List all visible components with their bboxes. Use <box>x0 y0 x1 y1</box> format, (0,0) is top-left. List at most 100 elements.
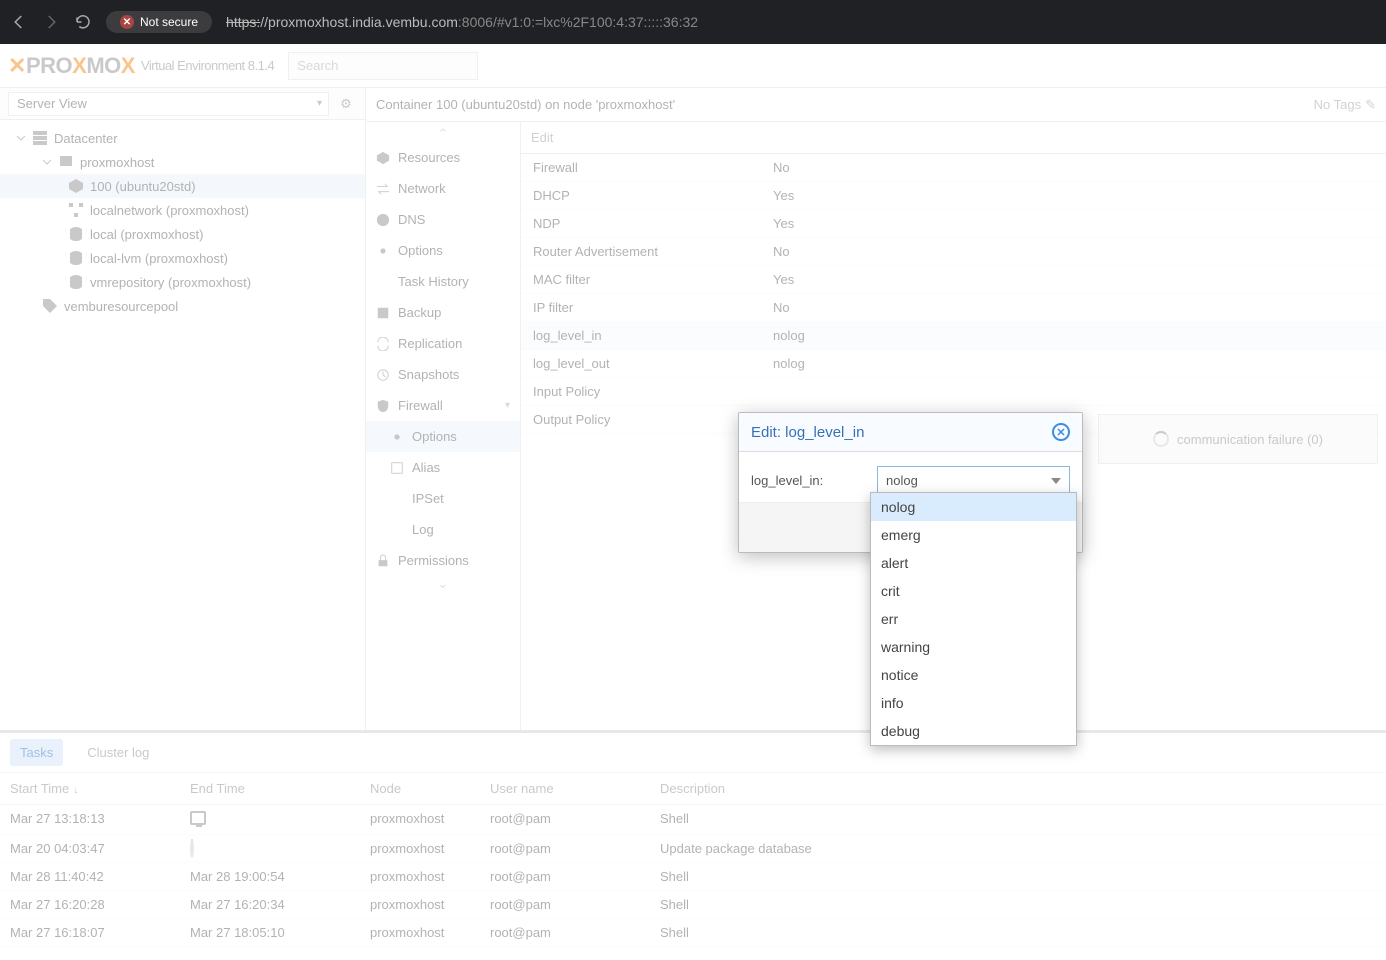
storage-icon <box>68 250 84 266</box>
reload-icon[interactable] <box>74 13 92 31</box>
dropdown-option[interactable]: alert <box>871 549 1076 577</box>
dropdown-option[interactable]: err <box>871 605 1076 633</box>
submenu-resources[interactable]: Resources <box>366 142 520 173</box>
option-key: IP filter <box>533 300 773 315</box>
option-key: log_level_out <box>533 356 773 371</box>
option-key: Firewall <box>533 160 773 175</box>
edit-button[interactable]: Edit <box>531 130 553 145</box>
tab-cluster-log[interactable]: Cluster log <box>77 739 159 766</box>
col-node[interactable]: Node <box>370 781 490 796</box>
option-row[interactable]: FirewallNo <box>521 154 1386 182</box>
dropdown-option[interactable]: nolog <box>871 493 1076 521</box>
option-row[interactable]: MAC filterYes <box>521 266 1386 294</box>
list-icon <box>390 492 404 506</box>
security-label: Not secure <box>140 15 198 29</box>
forward-icon[interactable] <box>42 13 60 31</box>
external-icon <box>390 461 404 475</box>
gear-icon <box>376 244 390 258</box>
gear-icon[interactable]: ⚙ <box>335 93 357 115</box>
cube-icon <box>68 178 84 194</box>
sort-desc-icon: ↓ <box>73 785 78 796</box>
submenu-firewall[interactable]: Firewall▾ <box>366 390 520 421</box>
col-user[interactable]: User name <box>490 781 660 796</box>
option-value: nolog <box>773 328 805 343</box>
tree-localnetwork[interactable]: localnetwork (proxmoxhost) <box>0 198 365 222</box>
content-toolbar: Edit <box>521 122 1386 154</box>
submenu-replication[interactable]: Replication <box>366 328 520 359</box>
submenu-network[interactable]: Network <box>366 173 520 204</box>
submenu-fw-ipset[interactable]: IPSet <box>366 483 520 514</box>
no-tags[interactable]: No Tags ✎ <box>1314 97 1376 113</box>
left-panel: Server View ⚙ Datacenter proxmoxhost 100… <box>0 88 366 730</box>
tab-tasks[interactable]: Tasks <box>10 739 63 766</box>
url-bar[interactable]: https://proxmoxhost.india.vembu.com:8006… <box>226 14 698 30</box>
storage-icon <box>68 274 84 290</box>
option-row[interactable]: NDPYes <box>521 210 1386 238</box>
close-icon[interactable]: ✕ <box>1052 423 1070 441</box>
dropdown-option[interactable]: notice <box>871 661 1076 689</box>
tree-local-lvm[interactable]: local-lvm (proxmoxhost) <box>0 246 365 270</box>
submenu-fw-alias[interactable]: Alias <box>366 452 520 483</box>
view-selector[interactable]: Server View <box>8 92 329 116</box>
option-key: NDP <box>533 216 773 231</box>
submenu-options[interactable]: Options <box>366 235 520 266</box>
option-row[interactable]: log_level_innolog <box>521 322 1386 350</box>
dropdown-option[interactable]: emerg <box>871 521 1076 549</box>
tree-container-100[interactable]: 100 (ubuntu20std) <box>0 174 365 198</box>
task-row[interactable]: Mar 20 04:03:47proxmoxhostroot@pamUpdate… <box>0 835 1386 863</box>
submenu-task-history[interactable]: Task History <box>366 266 520 297</box>
option-value: Yes <box>773 272 794 287</box>
submenu-backup[interactable]: Backup <box>366 297 520 328</box>
breadcrumb: Container 100 (ubuntu20std) on node 'pro… <box>366 88 1386 122</box>
tree-datacenter[interactable]: Datacenter <box>0 126 365 150</box>
dropdown-option[interactable]: crit <box>871 577 1076 605</box>
communication-failure-banner: communication failure (0) <box>1098 414 1378 464</box>
spinner-icon <box>190 839 194 858</box>
task-row[interactable]: Mar 28 11:40:42Mar 28 19:00:54proxmoxhos… <box>0 863 1386 891</box>
pencil-icon: ✎ <box>1365 97 1376 113</box>
option-value: No <box>773 244 790 259</box>
back-icon[interactable] <box>10 13 28 31</box>
tree-vmrepository[interactable]: vmrepository (proxmoxhost) <box>0 270 365 294</box>
tree-local[interactable]: local (proxmoxhost) <box>0 222 365 246</box>
cube-icon <box>376 151 390 165</box>
submenu-fw-log[interactable]: Log <box>366 514 520 545</box>
chevron-down-icon[interactable]: ⌄ <box>366 576 520 592</box>
view-selector-row: Server View ⚙ <box>0 88 365 120</box>
option-row[interactable]: Router AdvertisementNo <box>521 238 1386 266</box>
task-row[interactable]: Mar 27 16:18:07Mar 27 18:05:10proxmoxhos… <box>0 919 1386 947</box>
security-pill[interactable]: ✕ Not secure <box>106 11 212 33</box>
submenu-snapshots[interactable]: Snapshots <box>366 359 520 390</box>
col-end-time[interactable]: End Time <box>190 781 370 796</box>
dropdown-option[interactable]: warning <box>871 633 1076 661</box>
tree-host[interactable]: proxmoxhost <box>0 150 365 174</box>
submenu-dns[interactable]: DNS <box>366 204 520 235</box>
page-title: Container 100 (ubuntu20std) on node 'pro… <box>376 97 675 112</box>
col-start-time[interactable]: Start Time↓ <box>10 781 190 796</box>
server-icon <box>32 130 48 146</box>
col-desc[interactable]: Description <box>660 781 1376 796</box>
tree-pool[interactable]: vemburesourcepool <box>0 294 365 318</box>
task-row[interactable]: Mar 27 13:18:13proxmoxhostroot@pamShell <box>0 805 1386 835</box>
option-key: log_level_in <box>533 328 773 343</box>
dropdown-option[interactable]: debug <box>871 717 1076 745</box>
tag-icon <box>42 298 58 314</box>
version-label: Virtual Environment 8.1.4 <box>141 58 274 73</box>
log-level-combobox[interactable]: nolog <box>877 466 1070 494</box>
option-row[interactable]: Input Policy <box>521 378 1386 406</box>
chevron-up-icon[interactable]: ⌃ <box>366 126 520 142</box>
list-icon <box>376 275 390 289</box>
option-row[interactable]: log_level_outnolog <box>521 350 1386 378</box>
submenu: ⌃ Resources Network DNS Options Task His… <box>366 122 521 730</box>
option-row[interactable]: DHCPYes <box>521 182 1386 210</box>
option-row[interactable]: IP filterNo <box>521 294 1386 322</box>
search-input[interactable]: Search <box>288 52 478 80</box>
submenu-fw-options[interactable]: Options <box>366 421 520 452</box>
logo-x-icon: ✕ <box>8 53 26 79</box>
option-key: Output Policy <box>533 412 773 427</box>
task-row[interactable]: Mar 27 16:20:28Mar 27 16:20:34proxmoxhos… <box>0 891 1386 919</box>
submenu-permissions[interactable]: Permissions <box>366 545 520 576</box>
chevron-down-icon <box>42 157 52 167</box>
history-icon <box>376 368 390 382</box>
dropdown-option[interactable]: info <box>871 689 1076 717</box>
